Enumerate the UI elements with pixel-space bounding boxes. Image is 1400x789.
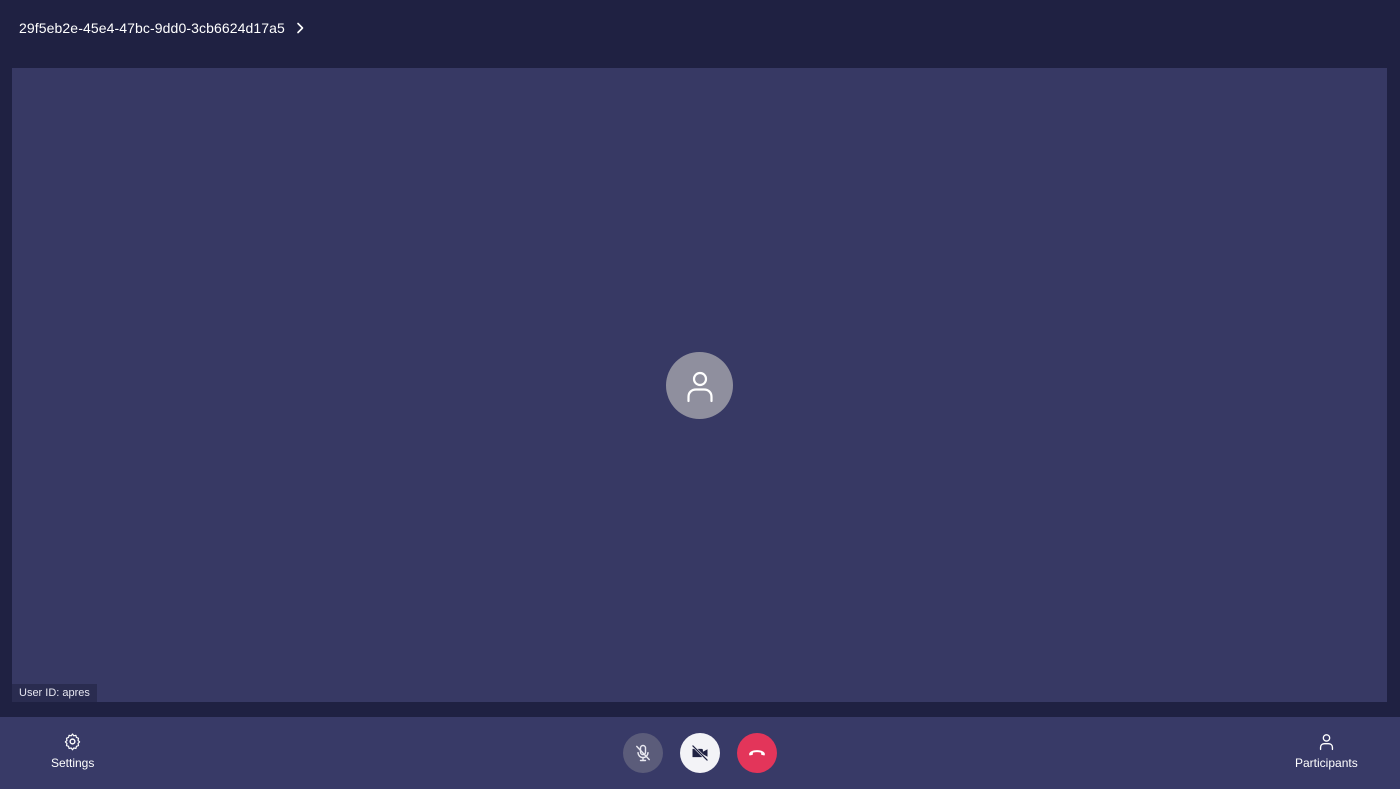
call-controls	[623, 733, 777, 773]
participants-label: Participants	[1295, 756, 1358, 770]
toggle-camera-button[interactable]	[680, 733, 720, 773]
microphone-off-icon	[636, 744, 650, 762]
settings-button[interactable]: Settings	[51, 732, 94, 770]
video-stage	[12, 68, 1387, 702]
chevron-right-icon	[297, 22, 304, 34]
meeting-id-link[interactable]: 29f5eb2e-45e4-47bc-9dd0-3cb6624d17a5	[19, 20, 305, 36]
person-icon	[686, 371, 713, 402]
phone-hangup-icon	[749, 750, 765, 756]
participant-avatar	[666, 352, 733, 419]
end-call-button[interactable]	[737, 733, 777, 773]
video-off-icon	[691, 744, 709, 762]
mute-microphone-button[interactable]	[623, 733, 663, 773]
person-icon	[1319, 734, 1333, 751]
user-id-tag: User ID: apres	[12, 684, 97, 702]
header: 29f5eb2e-45e4-47bc-9dd0-3cb6624d17a5	[0, 0, 1400, 56]
settings-label: Settings	[51, 756, 95, 770]
gear-icon	[64, 733, 81, 751]
meeting-id-text: 29f5eb2e-45e4-47bc-9dd0-3cb6624d17a5	[19, 20, 285, 36]
call-toolbar: Settings Participants	[0, 717, 1400, 789]
participants-button[interactable]: Participants	[1295, 732, 1358, 770]
